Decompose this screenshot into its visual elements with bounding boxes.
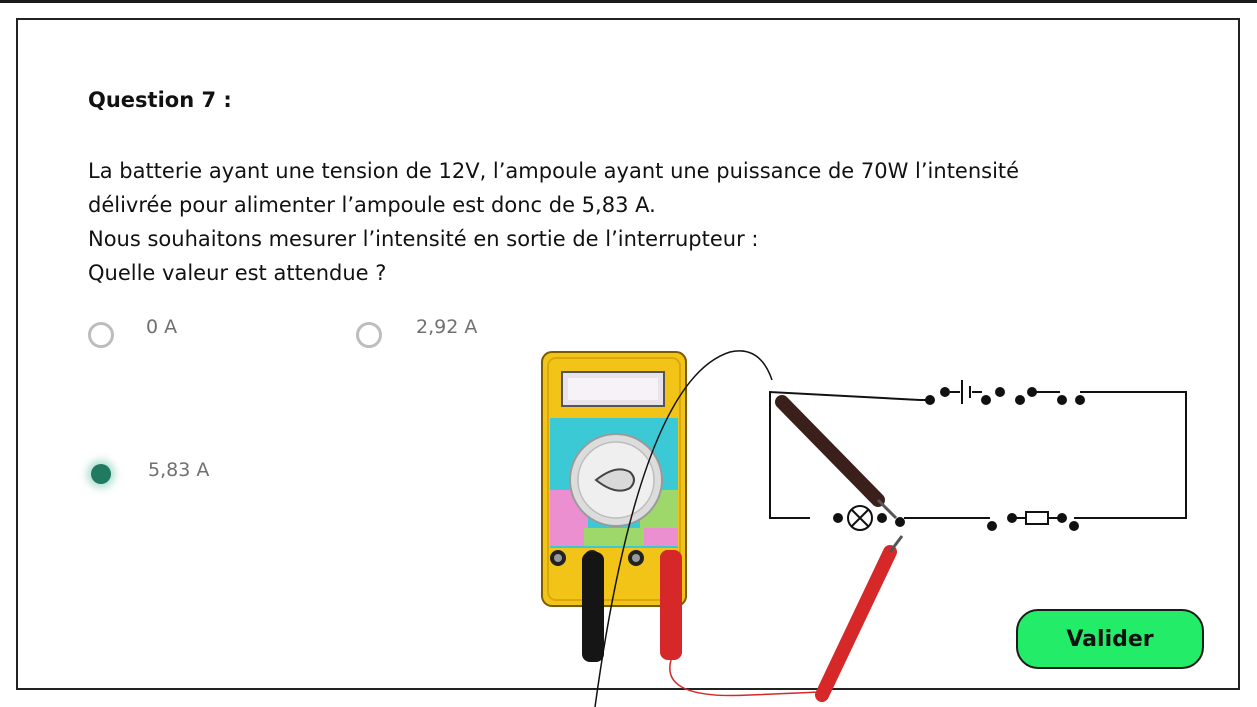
red-probe-icon [815,535,904,702]
question-line: délivrée pour alimenter l’ampoule est do… [88,193,656,217]
option-5-83a[interactable]: 5,83 A [88,459,228,490]
radio-button[interactable] [88,322,114,348]
radio-button-selected[interactable] [91,464,111,484]
question-line: La batterie ayant une tension de 12V, l’… [88,159,1020,183]
question-line: Quelle valeur est attendue ? [88,261,387,285]
option-label: 5,83 A [148,459,210,481]
radio-button[interactable] [356,322,382,348]
black-probe-icon [775,395,898,520]
option-label: 0 A [146,316,178,338]
option-0a[interactable]: 0 A [88,316,208,350]
question-text: La batterie ayant une tension de 12V, l’… [88,154,1148,290]
valider-button[interactable]: Valider [1016,609,1204,669]
option-2-92a[interactable]: 2,92 A [356,316,496,350]
question-line: Nous souhaitons mesurer l’intensité en s… [88,227,759,251]
multimeter-icon [541,351,687,662]
question-title: Question 7 : [88,88,232,112]
top-border [0,0,1257,3]
option-label: 2,92 A [416,316,478,338]
